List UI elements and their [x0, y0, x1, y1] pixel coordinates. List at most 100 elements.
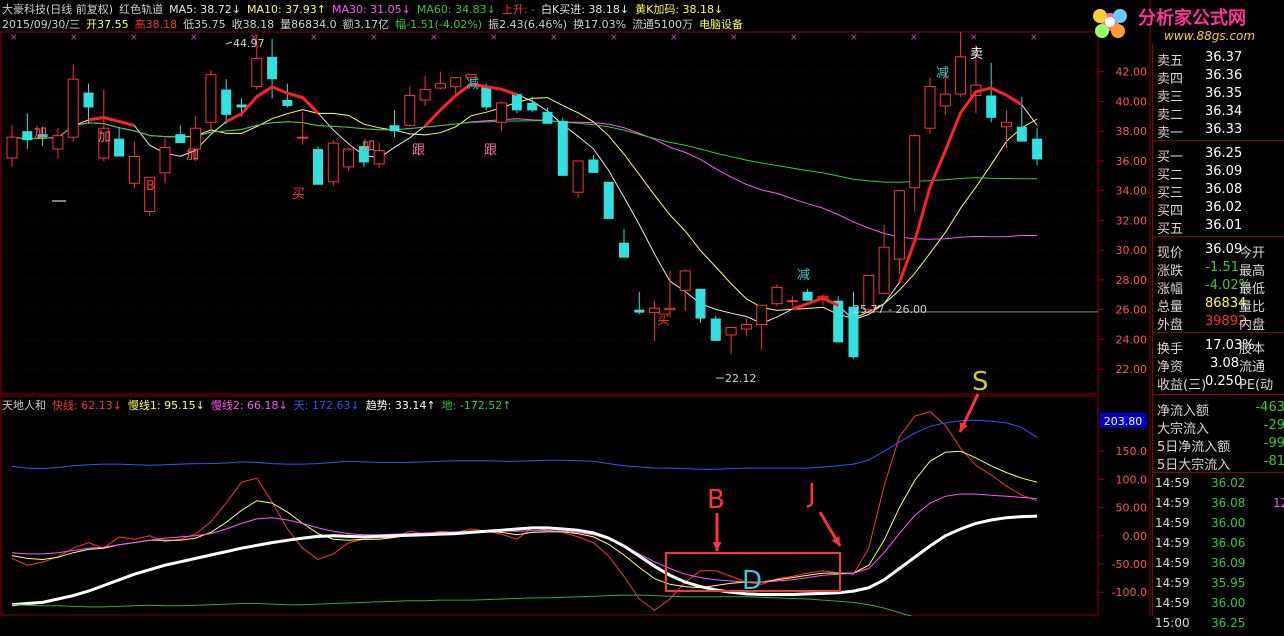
indicator-axis: -100.0-50.000.0050.00100.0150.0200.0203.… — [1098, 412, 1148, 599]
tick-price: 36.00 — [1211, 596, 1246, 610]
flow-value: -99 — [1263, 436, 1284, 451]
quote-label: 卖三 — [1157, 90, 1184, 105]
candle-body-down — [527, 102, 538, 111]
top-marker: × — [610, 33, 618, 43]
indicator-tick-label: 100.0 — [1116, 473, 1148, 486]
quote-separator — [1153, 332, 1284, 333]
header-field: MA60: 34.83↓ — [416, 3, 496, 16]
candle-body-down — [1032, 138, 1043, 160]
candle-body-up — [434, 83, 446, 89]
candle-body-down — [802, 291, 813, 301]
quote-label: 净资 — [1157, 360, 1184, 375]
flow-label: 5日大宗流入 — [1157, 458, 1231, 473]
candle-body-up — [52, 135, 64, 150]
chart-annotation: 买 — [657, 313, 670, 328]
indicator-line — [11, 594, 913, 616]
quote-value: -1.51 — [1205, 260, 1239, 275]
indicator-line — [11, 514, 1038, 607]
price-tick-label: 36.00 — [1116, 155, 1148, 168]
candle-body-up — [251, 57, 263, 88]
candle-body-up — [771, 286, 783, 305]
quote-value: 36.09 — [1205, 164, 1243, 179]
quote-label: 收益(三) — [1157, 378, 1207, 393]
quote-label: 涨跌 — [1157, 264, 1184, 279]
indicator-tick-label: 0.00 — [1123, 530, 1148, 543]
top-marker: × — [550, 33, 558, 43]
chart-annotation: 减 — [936, 66, 949, 81]
candle-body-down — [236, 104, 247, 108]
quote-separator — [1153, 394, 1284, 395]
candle-body-up — [572, 160, 584, 193]
tick-volume: 125 — [1273, 496, 1284, 510]
candle-body-up — [679, 270, 691, 291]
header-field: 慢线1: 95.15↓ — [127, 399, 205, 412]
quote-extra-label: 今开 — [1239, 246, 1266, 261]
tick-row: 14:59 36.06 — [1153, 536, 1284, 556]
tick-time: 15:00 — [1155, 616, 1190, 630]
quote-value: 36.01 — [1205, 218, 1243, 233]
header-field: 上升: - — [501, 3, 536, 16]
quote-row: 涨幅 -4.02% 最低 — [1153, 278, 1284, 297]
chart-annotation: 卖 — [970, 47, 983, 62]
quote-value: 36.33 — [1205, 122, 1243, 137]
price-tick-label: 42.00 — [1116, 66, 1148, 79]
chart-annotation: 买 — [292, 187, 305, 202]
candle-body-up — [450, 77, 462, 88]
candle-body-up — [159, 147, 171, 174]
candle-body-down — [282, 99, 293, 106]
candle-body-up — [740, 324, 752, 330]
top-marker: × — [310, 33, 318, 43]
price-tick-label: 40.00 — [1116, 95, 1148, 108]
indicator-annotation: D — [742, 566, 762, 596]
chart-annotation: 22.12 — [725, 372, 757, 385]
quote-label: 现价 — [1157, 246, 1184, 261]
header-field: 流通5100万 — [632, 18, 694, 31]
quote-row: 总量 86834 量比 — [1153, 296, 1284, 315]
tick-time: 14:59 — [1155, 596, 1190, 610]
header-field: 趋势: 33.14↑ — [365, 399, 436, 412]
indicator-line — [11, 450, 1038, 589]
logo-url: www.88gs.com — [1164, 29, 1255, 43]
quote-label: 卖四 — [1157, 72, 1184, 87]
flow-row: 5日大宗流入 -81 — [1153, 454, 1284, 473]
quote-row: 卖三 36.35 — [1153, 86, 1284, 105]
candle-body-down — [221, 89, 232, 115]
header-field: MA10: 37.93↑ — [247, 3, 326, 16]
header-field: 大豪科技(日线 前复权) — [2, 3, 114, 16]
flow-row: 5日净流入额 -99 — [1153, 436, 1284, 455]
tick-row: 14:59 36.00 — [1153, 516, 1284, 536]
top-marker: × — [370, 33, 378, 43]
tick-price: 36.08 — [1211, 496, 1246, 510]
indicator-lines — [11, 411, 1038, 616]
quote-row: 买三 36.08 — [1153, 182, 1284, 201]
candle-body-up — [343, 148, 355, 168]
flow-row: 净流入额 -463 — [1153, 400, 1284, 419]
candle-body-up — [190, 127, 202, 150]
candle-body-up — [725, 326, 737, 336]
quote-row: 换手 17.03% 股本 — [1153, 338, 1284, 357]
current-value-label: 203.80 — [1104, 415, 1143, 428]
quote-label: 总量 — [1157, 300, 1184, 315]
chart-annotation: 加 — [362, 139, 375, 154]
indicator-annotations: B J S D — [665, 367, 989, 596]
logo-title: 分析家公式网 — [1138, 7, 1246, 29]
tick-price: 36.25 — [1211, 616, 1246, 630]
chart-header-ma: 大豪科技(日线 前复权) 红色轨道 MA5: 38.72↓ MA10: 37.93↑ M… — [2, 1, 729, 16]
tick-price: 36.02 — [1211, 476, 1246, 490]
candle-body-down — [619, 242, 629, 258]
top-marker: × — [970, 33, 978, 43]
candle-body-up — [373, 150, 385, 165]
candle-body-up — [6, 136, 18, 159]
quote-value: -4.02% — [1205, 278, 1251, 293]
tick-price: 36.09 — [1211, 556, 1246, 570]
tick-row: 14:59 36.02 — [1153, 476, 1284, 496]
quote-value: 0.250 — [1205, 374, 1243, 389]
quote-extra-label: 最高 — [1239, 264, 1266, 279]
tick-row: 14:59 36.08 125 — [1153, 496, 1284, 516]
quote-extra-label: 量比 — [1239, 300, 1266, 315]
top-marker: × — [430, 33, 438, 43]
stock-chart[interactable]: × × × × × × × × × × × × × × × × × × 44.9722.1225.77 - 26.… — [0, 0, 1284, 616]
chart-annotation: 25.77 - 26.00 — [853, 303, 927, 316]
chart-annotation: 减 — [466, 77, 479, 92]
quote-extra-label: 流通 — [1239, 360, 1266, 375]
